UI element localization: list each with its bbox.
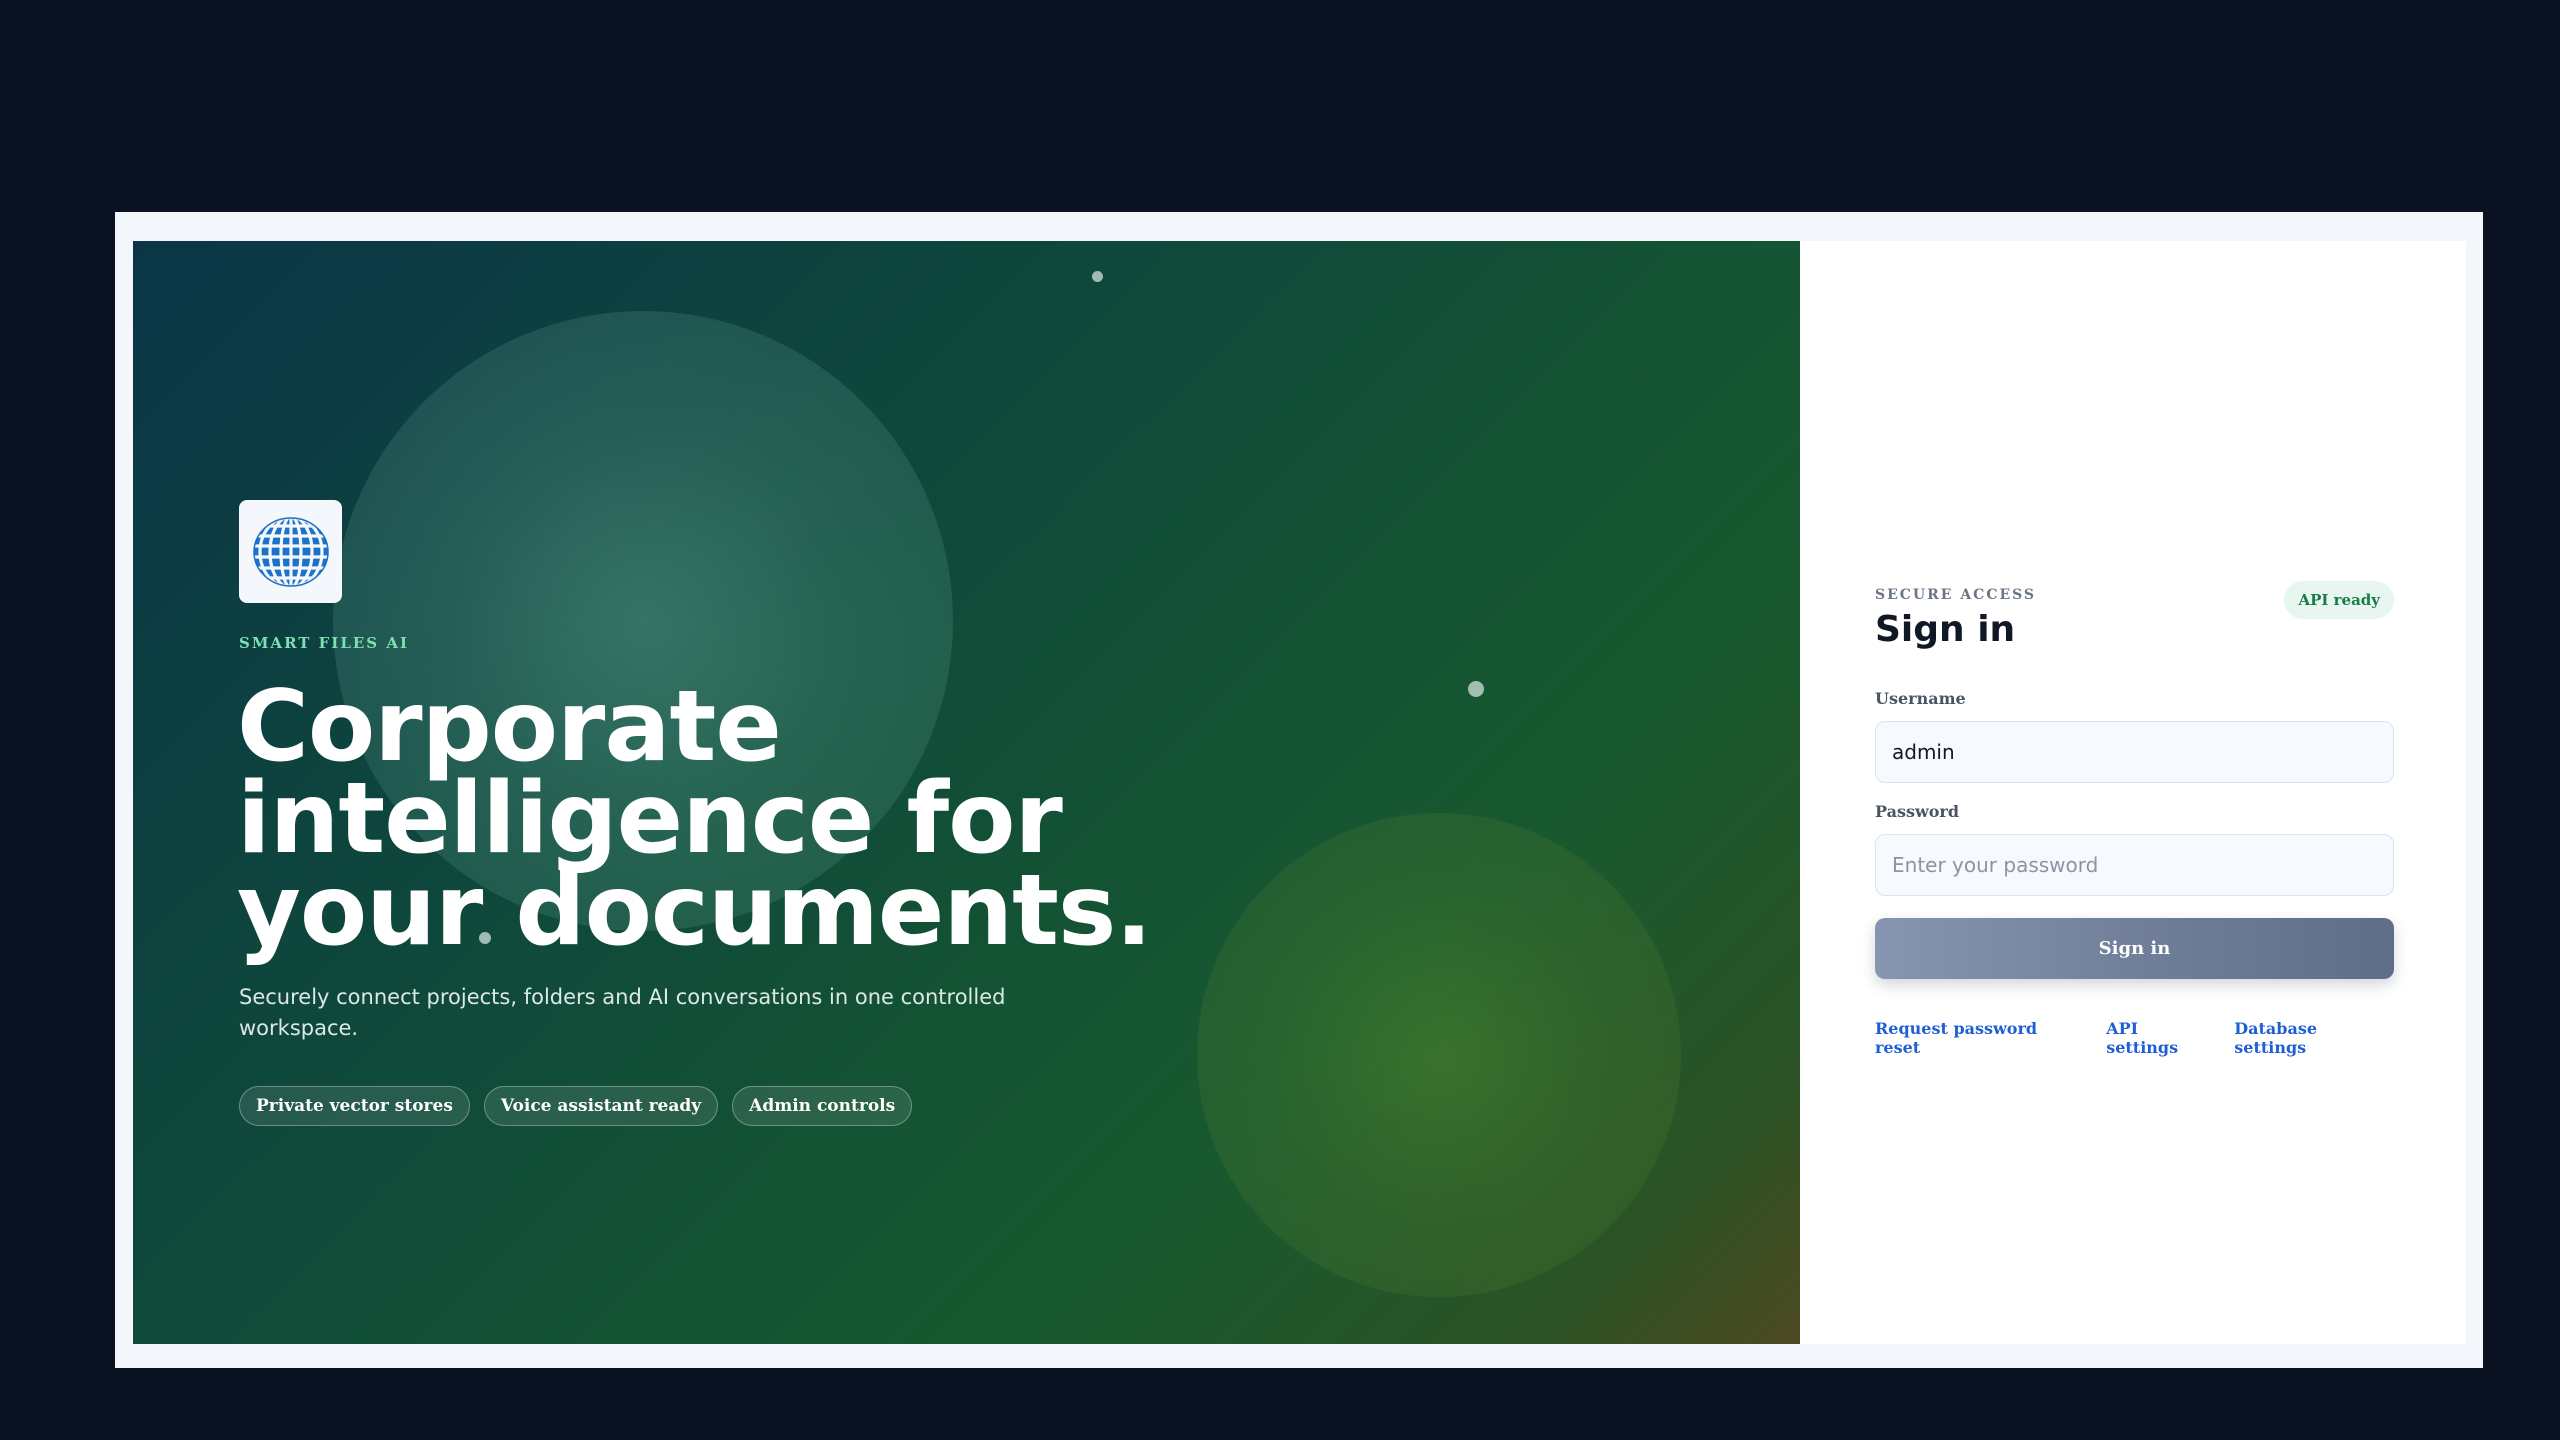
form-eyebrow: SECURE ACCESS bbox=[1875, 587, 2037, 603]
hero-section: SMART FILES AI Corporate intelligence fo… bbox=[133, 241, 1800, 1344]
app-window: SMART FILES AI Corporate intelligence fo… bbox=[115, 212, 2483, 1368]
globe-icon bbox=[252, 516, 329, 587]
hero-headline: Corporate intelligence for your document… bbox=[237, 670, 1153, 968]
form-title: Sign in bbox=[1875, 609, 2016, 650]
decorative-dot bbox=[1092, 271, 1103, 282]
help-links: Request password reset API settings Data… bbox=[1875, 1019, 2394, 1057]
brand-name: SMART FILES AI bbox=[239, 634, 410, 652]
feature-tag: Private vector stores bbox=[239, 1086, 470, 1126]
app-logo bbox=[239, 500, 342, 603]
username-input[interactable] bbox=[1875, 721, 2394, 783]
api-settings-link[interactable]: API settings bbox=[2106, 1019, 2215, 1057]
decorative-dot bbox=[1468, 681, 1484, 697]
password-reset-link[interactable]: Request password reset bbox=[1875, 1019, 2087, 1057]
password-label: Password bbox=[1875, 802, 1960, 821]
feature-tags: Private vector stores Voice assistant re… bbox=[239, 1086, 913, 1126]
hero-subtitle: Securely connect projects, folders and A… bbox=[239, 985, 1006, 1040]
username-label: Username bbox=[1875, 689, 1966, 708]
feature-tag: Admin controls bbox=[732, 1086, 913, 1126]
sign-in-button[interactable]: Sign in bbox=[1875, 918, 2394, 979]
api-status-badge: API ready bbox=[2284, 581, 2394, 619]
password-input[interactable] bbox=[1875, 834, 2394, 896]
database-settings-link[interactable]: Database settings bbox=[2234, 1019, 2394, 1057]
login-panel: SMART FILES AI Corporate intelligence fo… bbox=[133, 241, 2466, 1344]
feature-tag: Voice assistant ready bbox=[483, 1086, 719, 1126]
